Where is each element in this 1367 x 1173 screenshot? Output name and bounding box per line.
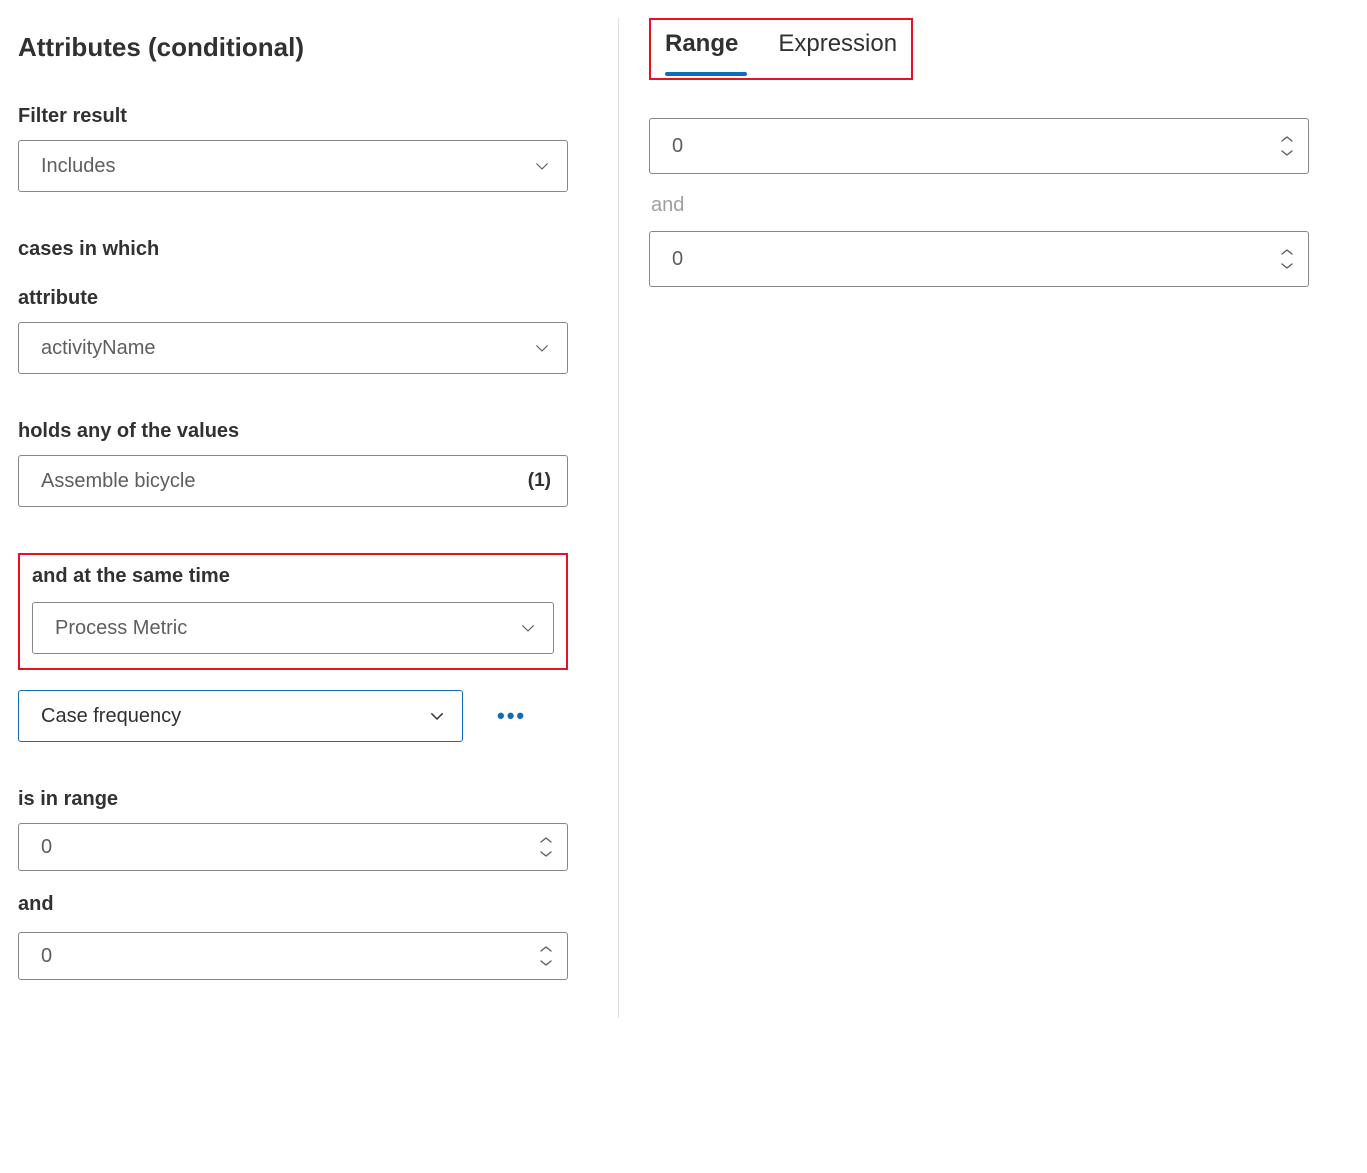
more-options-icon[interactable]: ••• xyxy=(497,703,526,729)
filter-result-label: Filter result xyxy=(18,105,568,128)
filter-result-value: Includes xyxy=(41,156,116,176)
range-to-value: 0 xyxy=(41,946,52,966)
case-frequency-value: Case frequency xyxy=(41,706,181,726)
same-time-highlight: and at the same time Process Metric xyxy=(18,553,568,670)
is-in-range-label: is in range xyxy=(18,788,568,811)
spin-up-icon[interactable] xyxy=(1276,132,1298,146)
holds-values-count: (1) xyxy=(528,470,551,492)
range-from-value: 0 xyxy=(41,837,52,857)
spin-up-icon[interactable] xyxy=(535,833,557,847)
spin-down-icon[interactable] xyxy=(535,847,557,861)
tabs-highlight: Range Expression xyxy=(649,18,913,80)
right-range-to-input[interactable]: 0 xyxy=(649,231,1309,287)
attribute-label: attribute xyxy=(18,287,568,310)
cases-in-which-label: cases in which xyxy=(18,238,568,261)
chevron-down-icon xyxy=(533,339,551,357)
vertical-divider xyxy=(618,18,619,1018)
spin-up-icon[interactable] xyxy=(535,942,557,956)
spin-down-icon[interactable] xyxy=(535,956,557,970)
range-from-input[interactable]: 0 xyxy=(18,823,568,871)
filter-result-select[interactable]: Includes xyxy=(18,140,568,192)
spin-up-icon[interactable] xyxy=(1276,245,1298,259)
case-frequency-select[interactable]: Case frequency xyxy=(18,690,463,742)
same-time-select[interactable]: Process Metric xyxy=(32,602,554,654)
right-and-label: and xyxy=(651,194,1309,217)
attribute-select[interactable]: activityName xyxy=(18,322,568,374)
right-range-from-input[interactable]: 0 xyxy=(649,118,1309,174)
chevron-down-icon xyxy=(428,707,446,725)
chevron-down-icon xyxy=(533,157,551,175)
holds-values-label: holds any of the values xyxy=(18,420,568,443)
holds-values-input[interactable]: Assemble bicycle (1) xyxy=(18,455,568,507)
spin-down-icon[interactable] xyxy=(1276,146,1298,160)
right-range-from-value: 0 xyxy=(672,136,683,156)
right-range-to-value: 0 xyxy=(672,249,683,269)
and-label: and xyxy=(18,893,568,916)
page-title: Attributes (conditional) xyxy=(18,32,568,63)
same-time-value: Process Metric xyxy=(55,618,187,638)
tab-range[interactable]: Range xyxy=(665,30,738,72)
range-to-input[interactable]: 0 xyxy=(18,932,568,980)
same-time-label: and at the same time xyxy=(32,565,554,588)
tab-expression[interactable]: Expression xyxy=(778,30,897,72)
chevron-down-icon xyxy=(519,619,537,637)
attribute-value: activityName xyxy=(41,338,155,358)
spin-down-icon[interactable] xyxy=(1276,259,1298,273)
holds-values-text: Assemble bicycle xyxy=(41,471,196,491)
